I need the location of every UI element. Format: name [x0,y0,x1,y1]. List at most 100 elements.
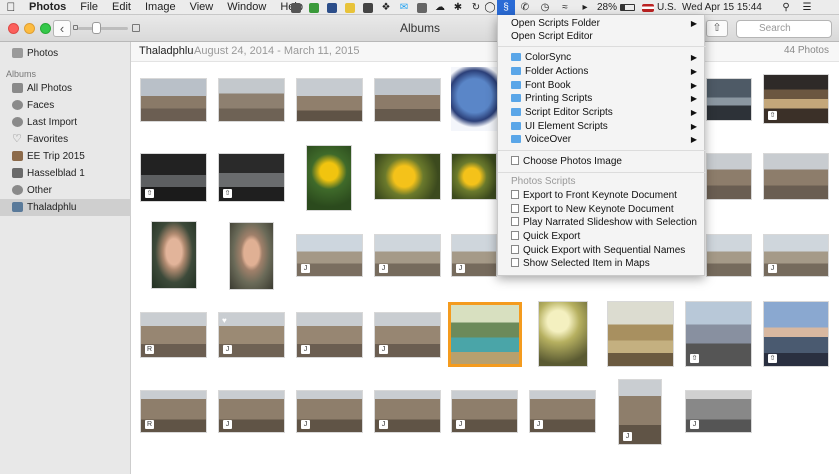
photo-thumbnail[interactable] [140,78,207,122]
back-button[interactable]: ‹ [53,20,71,37]
zoom-slider-handle[interactable] [92,22,101,34]
fullscreen-window-button[interactable] [40,23,51,34]
photo-thumbnail[interactable]: J [296,312,363,358]
sidebar-item-all-photos[interactable]: All Photos [0,80,131,97]
photo-thumbnail[interactable]: ⇧ [685,301,752,367]
sidebar-item-favorites[interactable]: ♡ Favorites [0,131,131,148]
menu-item-open-scripts-folder[interactable]: Open Scripts Folder ▶ [498,17,706,30]
photo-thumbnail[interactable] [706,234,752,277]
status-app-green-icon[interactable] [307,0,321,15]
minimize-window-button[interactable] [24,23,35,34]
menu-view[interactable]: View [183,0,221,15]
photo-thumbnail[interactable]: J [451,234,497,277]
menu-item-quick-export[interactable]: Quick Export [498,230,706,243]
photo-thumbnail[interactable] [218,78,285,122]
photo-thumbnail[interactable] [374,153,441,200]
dropbox-icon[interactable]: ❖ [379,0,393,15]
volume-icon[interactable]: ▸ [578,0,592,15]
menu-window[interactable]: Window [220,0,273,15]
photo-thumbnail[interactable]: J [218,390,285,433]
menu-image[interactable]: Image [138,0,183,15]
photo-thumbnail[interactable] [451,67,498,131]
menu-item-colorsync[interactable]: ColorSync ▶ [498,51,706,64]
photo-thumbnail[interactable]: J [618,379,662,445]
status-app-dark-icon[interactable] [361,0,375,15]
battery-icon[interactable] [618,0,636,15]
photo-thumbnail[interactable] [763,153,829,200]
battery-percent[interactable]: 28% [597,0,617,15]
status-app-icon-2[interactable] [415,0,429,15]
phone-icon[interactable]: ✆ [518,0,532,15]
photo-thumbnail-portrait[interactable] [151,221,197,289]
close-window-button[interactable] [8,23,19,34]
menu-item-quick-export-sequential[interactable]: Quick Export with Sequential Names [498,244,706,257]
menubar-clock[interactable]: Wed Apr 15 15:44 [682,0,762,15]
wifi-icon[interactable]: ≈ [558,0,572,15]
status-notes-icon[interactable] [343,0,357,15]
status-app-blue-icon[interactable] [325,0,339,15]
photo-thumbnail[interactable]: J [763,234,829,277]
menu-app-name[interactable]: Photos [22,0,73,15]
photo-thumbnail[interactable]: R [140,390,207,433]
menu-item-voiceover[interactable]: VoiceOver ▶ [498,133,706,146]
menu-item-printing-scripts[interactable]: Printing Scripts ▶ [498,92,706,105]
photo-thumbnail[interactable]: ⇧ [218,153,285,202]
menu-item-folder-actions[interactable]: Folder Actions ▶ [498,65,706,78]
share-button[interactable]: ⇧ [706,20,728,37]
menu-file[interactable]: File [73,0,105,15]
twitter-icon[interactable]: ✉ [397,0,411,15]
sidebar-item-hasselblad-1[interactable]: Hasselblad 1 [0,165,131,182]
menu-item-export-new-keynote[interactable]: Export to New Keynote Document [498,203,706,216]
sidebar-item-faces[interactable]: Faces [0,97,131,114]
script-menu-icon[interactable]: § [497,0,515,15]
menu-item-choose-photos-image[interactable]: Choose Photos Image [498,155,706,168]
menu-item-export-front-keynote[interactable]: Export to Front Keynote Document [498,189,706,202]
status-sync-icon[interactable]: ↻ [469,0,483,15]
photo-thumbnail[interactable]: J [685,390,752,433]
sidebar-item-photos[interactable]: Photos [0,45,131,62]
photo-thumbnail[interactable]: ⇧ [763,74,829,124]
zoom-slider[interactable] [78,27,128,30]
photo-thumbnail[interactable] [306,145,352,211]
photo-thumbnail-selected[interactable] [448,302,522,367]
menu-item-open-script-editor[interactable]: Open Script Editor [498,30,706,43]
messages-icon[interactable]: ◯ [483,0,497,15]
status-cloud-icon[interactable]: ☁ [433,0,447,15]
photo-thumbnail[interactable]: ⇧ [140,153,207,202]
photo-thumbnail[interactable] [538,301,588,367]
menu-item-font-book[interactable]: Font Book ▶ [498,79,706,92]
sidebar-item-thaladphlu[interactable]: Thaladphlu [0,199,131,216]
photo-thumbnail[interactable]: J [374,312,441,358]
time-machine-icon[interactable]: ◷ [538,0,552,15]
menu-item-ui-element-scripts[interactable]: UI Element Scripts ▶ [498,120,706,133]
menu-edit[interactable]: Edit [105,0,138,15]
menu-item-script-editor-scripts[interactable]: Script Editor Scripts ▶ [498,106,706,119]
photo-thumbnail[interactable]: J [296,234,363,277]
search-input[interactable]: Search [736,20,832,38]
notification-center-icon[interactable]: ☰ [800,0,814,15]
photo-thumbnail[interactable]: J [451,390,518,433]
photo-thumbnail[interactable]: J [374,390,441,433]
us-flag-icon[interactable] [641,0,655,15]
photo-thumbnail[interactable]: J [374,234,441,277]
menu-item-play-narrated-slideshow[interactable]: Play Narrated Slideshow with Selection [498,216,706,229]
sidebar-item-ee-trip-2015[interactable]: EE Trip 2015 [0,148,131,165]
status-app-icon[interactable] [289,0,303,15]
spotlight-icon[interactable]: ⚲ [779,0,793,15]
input-source-label[interactable]: U.S. [657,0,676,15]
photo-thumbnail[interactable]: ⇧ [763,301,829,367]
bluetooth-icon[interactable]: ✱ [451,0,465,15]
menu-item-show-in-maps[interactable]: Show Selected Item in Maps [498,257,706,270]
apple-menu-icon[interactable]:  [0,0,22,14]
photo-thumbnail-portrait[interactable] [229,222,274,290]
photo-thumbnail[interactable] [451,153,497,200]
photo-thumbnail[interactable] [374,78,441,122]
photo-thumbnail[interactable] [706,78,752,121]
photo-thumbnail[interactable] [296,78,363,122]
photo-thumbnail[interactable]: J [529,390,596,433]
sidebar-item-other[interactable]: Other [0,182,131,199]
sidebar-item-last-import[interactable]: Last Import [0,114,131,131]
photo-thumbnail[interactable]: ♥ J [218,312,285,358]
photo-thumbnail[interactable]: J [296,390,363,433]
photo-thumbnail[interactable]: R [140,312,207,358]
